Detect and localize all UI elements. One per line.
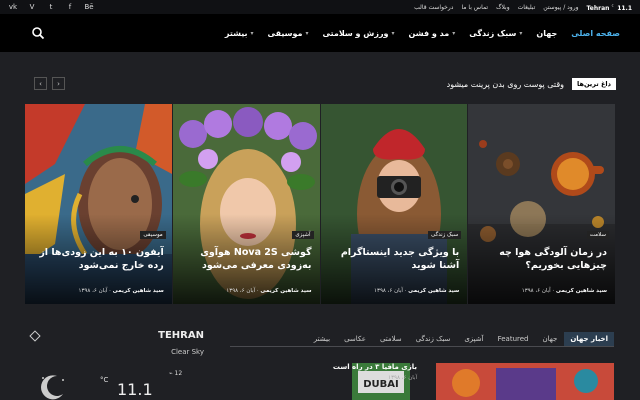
nav-item[interactable]: ورزش و سلامتی ▾ [317, 14, 401, 52]
card-category[interactable]: سبک زندگی [428, 231, 462, 239]
chevron-down-icon: ▾ [519, 29, 523, 37]
nav-item-label: جهان [536, 28, 558, 38]
vimeo-icon[interactable]: V [27, 3, 37, 11]
tab-item[interactable]: بیشتر [307, 335, 337, 346]
top-weather-city: Tehran [586, 4, 610, 12]
card-title[interactable]: در زمان آلودگی هوا چه چیزهایی بخوریم؟ [476, 246, 607, 273]
tab-item[interactable]: آشپزی [457, 335, 490, 346]
card-title[interactable]: با ویژگی جدید اینستاگرام آشنا شوید [329, 246, 459, 273]
nav-menu: صفحه اصلی جهان سبک زندگی ▾ مد و فشن ▾ ورزش و س… [219, 14, 626, 52]
main-nav: صفحه اصلی جهان سبک زندگی ▾ مد و فشن ▾ ورزش و س… [0, 14, 640, 52]
card-author[interactable]: سید شاهین کریمی [408, 288, 459, 294]
card-author[interactable]: سید شاهین کریمی [260, 288, 311, 294]
temp-unit-label: C [103, 376, 109, 384]
top-links: Tehran ☾ 11.1 ورود / پیوستن تبلیغات وبلا… [414, 3, 632, 12]
nav-item[interactable]: موسیقی ▾ [262, 14, 315, 52]
nav-item-label: مد و فشن [408, 28, 450, 38]
news-tabs: اخبار جهان جهان Featured آشپزی سبک زندگی سلام… [230, 331, 614, 347]
card-author[interactable]: سید شاهین کریمی [556, 288, 607, 294]
nav-item[interactable]: جهان [530, 14, 563, 52]
nav-item-label: موسیقی [267, 28, 303, 38]
card-date: آبان ۶، ۱۳۹۸ [78, 288, 108, 294]
chevron-down-icon: ▾ [391, 29, 395, 37]
ticker-arrows: ‹ › [34, 77, 65, 90]
tab-item[interactable]: Featured [491, 335, 536, 346]
featured-grid: سلامت در زمان آلودگی هوا چه چیزهایی بخور… [25, 104, 615, 304]
news-item: بازی مافیا ۳ در راه است آبان ۶، ۱۳۹۸ [277, 363, 417, 381]
weather-condition: Clear Sky [171, 348, 204, 356]
nav-item[interactable]: سبک زندگی ▾ [463, 14, 528, 52]
featured-card[interactable]: سبک زندگی با ویژگی جدید اینستاگرام آشنا … [320, 104, 468, 304]
twitter-icon[interactable]: t [46, 3, 56, 11]
contact-link[interactable]: تماس با ما [461, 4, 488, 11]
top-bar: vk V t f Bē Tehran ☾ 11.1 ورود / پیوستن … [0, 0, 640, 14]
news-title[interactable]: بازی مافیا ۳ در راه است [277, 363, 417, 371]
featured-card[interactable]: سلامت در زمان آلودگی هوا چه چیزهایی بخور… [468, 104, 615, 304]
tab-item[interactable]: سلامتی [373, 335, 409, 346]
tab-header[interactable]: اخبار جهان [564, 332, 614, 346]
weather-temp: 11.1 [117, 380, 153, 399]
blog-link[interactable]: وبلاگ [496, 4, 510, 11]
nav-item[interactable]: صفحه اصلی [565, 14, 626, 52]
chevron-down-icon: ▾ [305, 29, 309, 37]
tab-item[interactable]: سبک زندگی [409, 335, 458, 346]
card-category[interactable]: سلامت [586, 231, 609, 239]
weather-city: TEHRAN [158, 330, 204, 341]
vk-icon[interactable]: vk [8, 3, 18, 11]
nav-item-label: سبک زندگی [469, 28, 517, 38]
social-links: vk V t f Bē [8, 3, 94, 11]
tab-item[interactable]: عکاسی [337, 335, 373, 346]
card-title[interactable]: آیفون ۱۰ به این زودی‌ها از رده خارج نمی‌… [33, 246, 163, 273]
news-date: آبان ۶، ۱۳۹۸ [388, 375, 417, 381]
nav-item-label: بیشتر [224, 28, 248, 38]
card-meta: سید شاهین کریمی · آبان ۶، ۱۳۹۸ [374, 288, 460, 294]
card-author[interactable]: سید شاهین کریمی [113, 288, 164, 294]
trending-headline[interactable]: وقتی پوست روی بدن پرینت میشود [447, 80, 564, 89]
weather-wind: ⌁ 12 [169, 370, 182, 377]
card-date: آبان ۶، ۱۳۹۸ [226, 288, 256, 294]
card-title[interactable]: گوشی Nova 2S هوآوی به‌زودی معرفی می‌شود [181, 246, 311, 273]
wind-icon: ⌁ [169, 370, 173, 377]
nav-item[interactable]: مد و فشن ▾ [403, 14, 462, 52]
card-category[interactable]: موسیقی [140, 231, 166, 239]
search-icon[interactable] [31, 26, 45, 40]
request-theme-link[interactable]: درخواست قالب [414, 4, 453, 11]
chevron-down-icon: ▾ [250, 29, 254, 37]
location-icon[interactable] [29, 330, 41, 342]
next-arrow-icon[interactable]: › [52, 77, 65, 90]
card-date: آبان ۶، ۱۳۹۸ [374, 288, 403, 294]
tab-item[interactable]: جهان [536, 335, 565, 346]
card-meta: سید شاهین کریمی · آبان ۶، ۱۳۹۸ [521, 288, 607, 294]
nav-item[interactable]: بیشتر ▾ [219, 14, 260, 52]
facebook-icon[interactable]: f [65, 3, 75, 11]
card-meta: سید شاهین کریمی · آبان ۶، ۱۳۹۸ [78, 288, 164, 294]
featured-card[interactable]: موسیقی آیفون ۱۰ به این زودی‌ها از رده خا… [25, 104, 172, 304]
wind-value: 12 [174, 370, 183, 377]
trending-ticker: داغ ترین‌ها وقتی پوست روی بدن پرینت میشو… [447, 76, 616, 92]
behance-icon[interactable]: Bē [84, 3, 94, 11]
nav-item-label: ورزش و سلامتی [322, 28, 389, 38]
card-meta: سید شاهین کریمی · آبان ۶، ۱۳۹۸ [226, 288, 312, 294]
weather-icon: ☾ [611, 2, 616, 8]
moon-icon [41, 375, 64, 400]
trending-tag: داغ ترین‌ها [572, 78, 616, 90]
page: vk V t f Bē Tehran ☾ 11.1 ورود / پیوستن … [0, 0, 640, 400]
login-link[interactable]: ورود / پیوستن [543, 4, 578, 11]
top-weather: Tehran ☾ 11.1 [586, 3, 632, 12]
nav-item-label: صفحه اصلی [571, 28, 620, 38]
news-image[interactable] [436, 363, 614, 400]
card-date: آبان ۶، ۱۳۹۸ [521, 288, 551, 294]
card-category[interactable]: آشپزی [292, 231, 314, 239]
prev-arrow-icon[interactable]: ‹ [34, 77, 47, 90]
top-weather-temp: 11.1 [617, 4, 632, 12]
featured-card[interactable]: آشپزی گوشی Nova 2S هوآوی به‌زودی معرفی م… [172, 104, 320, 304]
temp-unit: °C [100, 376, 109, 384]
chevron-down-icon: ▾ [452, 29, 456, 37]
ads-link[interactable]: تبلیغات [518, 4, 536, 11]
weather-widget: TEHRAN Clear Sky °C 11.1 ⌁ 12 [25, 324, 210, 400]
